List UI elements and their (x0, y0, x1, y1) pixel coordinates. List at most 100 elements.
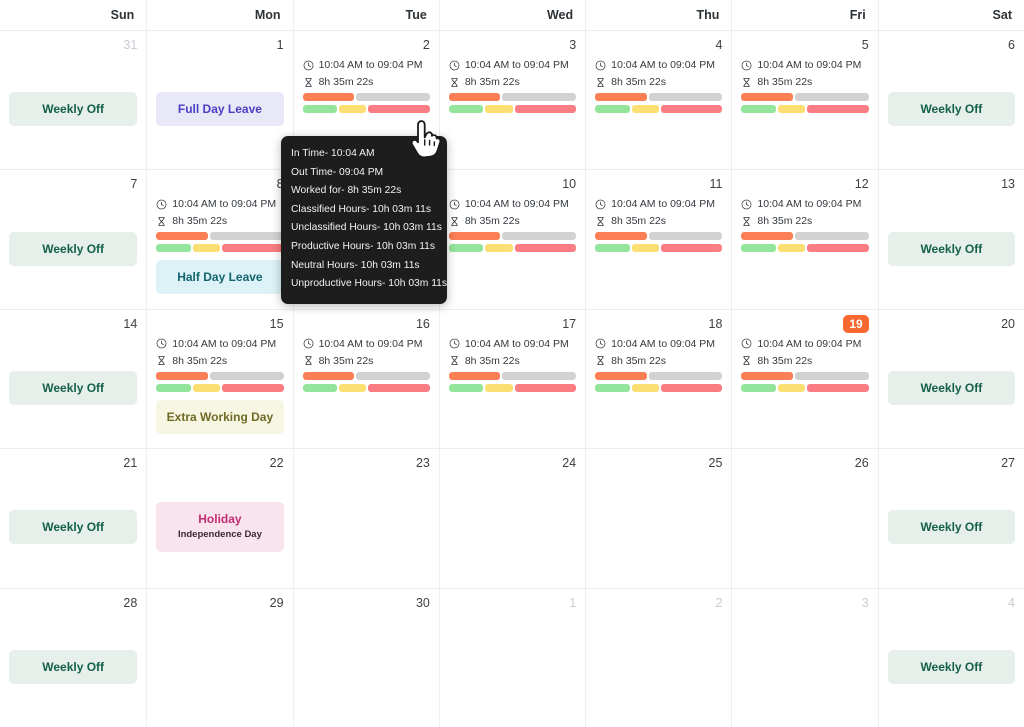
bar-segment-productive[interactable] (595, 105, 630, 113)
bar-segment-productive[interactable] (448, 383, 484, 392)
day-cell-25[interactable]: 25 (585, 449, 732, 588)
bar-segment-neutral[interactable] (339, 383, 367, 392)
productivity-hours-bar[interactable] (156, 244, 284, 253)
bar-segment-neutral[interactable] (192, 383, 220, 392)
attendance-summary[interactable]: 10:04 AM to 09:04 PM 8h 35m 22s (741, 59, 869, 117)
bar-segment-unclassified[interactable] (794, 371, 869, 380)
day-cell-14[interactable]: 14 Weekly Off (0, 309, 147, 449)
day-cell-30[interactable]: 30 (292, 588, 439, 727)
day-cell-4[interactable]: 4 Weekly Off (877, 588, 1024, 727)
productivity-hours-bar[interactable] (302, 105, 430, 113)
status-badge-holiday[interactable]: Holiday Independence Day (156, 502, 284, 553)
attendance-summary[interactable]: 10:04 AM to 09:04 PM 8h 35m 22s (156, 198, 284, 256)
bar-segment-classified[interactable] (156, 371, 208, 380)
bar-segment-unproductive[interactable] (514, 244, 577, 253)
attendance-summary[interactable]: 10:04 AM to 09:04 PM 8h 35m 22s (595, 338, 723, 396)
attendance-summary[interactable]: 10:04 AM to 09:04 PM 8h 35m 22s (302, 59, 430, 117)
bar-segment-classified[interactable] (156, 232, 208, 241)
bar-segment-productive[interactable] (741, 383, 776, 392)
bar-segment-unclassified[interactable] (502, 93, 577, 101)
day-cell-15[interactable]: 15 10:04 AM to 09:04 PM 8h 35m 22s Extra Wo… (146, 309, 293, 449)
productivity-hours-bar[interactable] (741, 383, 869, 392)
bar-segment-neutral[interactable] (485, 244, 513, 253)
productivity-hours-bar[interactable] (448, 244, 577, 253)
productivity-hours-bar[interactable] (595, 244, 723, 253)
status-badge-weekly-off[interactable]: Weekly Off (887, 510, 1015, 545)
day-cell-29[interactable]: 29 (146, 588, 293, 727)
bar-segment-productive[interactable] (156, 383, 191, 392)
bar-segment-productive[interactable] (595, 244, 630, 253)
bar-segment-unclassified[interactable] (794, 232, 869, 241)
bar-segment-classified[interactable] (448, 371, 501, 380)
bar-segment-classified[interactable] (741, 232, 793, 241)
status-badge-extra-working-day[interactable]: Extra Working Day (156, 399, 284, 434)
day-cell-4[interactable]: 4 10:04 AM to 09:04 PM 8h 35m 22s (585, 31, 732, 170)
attendance-summary[interactable]: 10:04 AM to 09:04 PM 8h 35m 22s (595, 59, 723, 117)
classified-hours-bar[interactable] (156, 371, 284, 380)
status-badge-weekly-off[interactable]: Weekly Off (887, 371, 1015, 406)
bar-segment-neutral[interactable] (777, 244, 806, 253)
bar-segment-productive[interactable] (156, 244, 191, 253)
status-badge-weekly-off[interactable]: Weekly Off (9, 231, 138, 266)
classified-hours-bar[interactable] (595, 93, 723, 101)
attendance-summary[interactable]: 10:04 AM to 09:04 PM 8h 35m 22s (302, 338, 430, 396)
bar-segment-neutral[interactable] (631, 244, 659, 253)
productivity-hours-bar[interactable] (741, 244, 869, 253)
attendance-summary[interactable]: 10:04 AM to 09:04 PM 8h 35m 22s (448, 59, 577, 117)
attendance-summary[interactable]: 10:04 AM to 09:04 PM 8h 35m 22s (448, 338, 577, 396)
bar-segment-unproductive[interactable] (514, 105, 577, 113)
bar-segment-neutral[interactable] (485, 105, 513, 113)
day-cell-10[interactable]: 10 10:04 AM to 09:04 PM 8h 35m 22s (438, 170, 586, 309)
bar-segment-unclassified[interactable] (502, 371, 577, 380)
productivity-hours-bar[interactable] (302, 383, 430, 392)
classified-hours-bar[interactable] (448, 232, 577, 241)
productivity-hours-bar[interactable] (156, 383, 284, 392)
day-cell-18[interactable]: 18 10:04 AM to 09:04 PM 8h 35m 22s (585, 309, 732, 449)
bar-segment-neutral[interactable] (777, 105, 806, 113)
status-badge-half-day-leave[interactable]: Half Day Leave (156, 260, 284, 295)
day-cell-27[interactable]: 27 Weekly Off (877, 449, 1024, 588)
bar-segment-neutral[interactable] (777, 383, 806, 392)
classified-hours-bar[interactable] (595, 232, 723, 241)
bar-segment-unproductive[interactable] (807, 105, 869, 113)
status-badge-weekly-off[interactable]: Weekly Off (9, 371, 138, 406)
attendance-summary[interactable]: 10:04 AM to 09:04 PM 8h 35m 22s (156, 338, 284, 396)
day-cell-26[interactable]: 26 (731, 449, 878, 588)
day-cell-8[interactable]: 8 10:04 AM to 09:04 PM 8h 35m 22s Half Day … (146, 170, 293, 309)
bar-segment-productive[interactable] (302, 105, 338, 113)
productivity-hours-bar[interactable] (448, 105, 577, 113)
bar-segment-classified[interactable] (302, 93, 354, 101)
bar-segment-classified[interactable] (741, 93, 793, 101)
day-cell-3[interactable]: 3 (731, 588, 878, 727)
day-cell-12[interactable]: 12 10:04 AM to 09:04 PM 8h 35m 22s (731, 170, 878, 309)
classified-hours-bar[interactable] (741, 93, 869, 101)
bar-segment-productive[interactable] (595, 383, 630, 392)
classified-hours-bar[interactable] (741, 371, 869, 380)
bar-segment-unproductive[interactable] (514, 383, 577, 392)
day-cell-6[interactable]: 6 Weekly Off (877, 31, 1024, 170)
bar-segment-unproductive[interactable] (221, 244, 284, 253)
day-cell-23[interactable]: 23 (292, 449, 439, 588)
status-badge-full-day-leave[interactable]: Full Day Leave (156, 92, 284, 127)
bar-segment-unclassified[interactable] (502, 232, 577, 241)
bar-segment-unproductive[interactable] (368, 105, 430, 113)
bar-segment-classified[interactable] (741, 371, 793, 380)
day-cell-28[interactable]: 28 Weekly Off (0, 588, 147, 727)
day-cell-31[interactable]: 31 Weekly Off (0, 31, 147, 170)
day-cell-1[interactable]: 1 (438, 588, 586, 727)
day-cell-11[interactable]: 11 10:04 AM to 09:04 PM 8h 35m 22s (585, 170, 732, 309)
bar-segment-productive[interactable] (302, 383, 338, 392)
status-badge-weekly-off[interactable]: Weekly Off (887, 649, 1015, 684)
status-badge-weekly-off[interactable]: Weekly Off (887, 231, 1015, 266)
status-badge-weekly-off[interactable]: Weekly Off (887, 92, 1015, 127)
bar-segment-unproductive[interactable] (660, 105, 723, 113)
bar-segment-unclassified[interactable] (355, 371, 430, 380)
day-cell-24[interactable]: 24 (438, 449, 586, 588)
bar-segment-productive[interactable] (448, 105, 484, 113)
classified-hours-bar[interactable] (595, 371, 723, 380)
day-cell-5[interactable]: 5 10:04 AM to 09:04 PM 8h 35m 22s (731, 31, 878, 170)
day-cell-13[interactable]: 13 Weekly Off (877, 170, 1024, 309)
status-badge-weekly-off[interactable]: Weekly Off (9, 510, 138, 545)
bar-segment-classified[interactable] (448, 232, 501, 241)
bar-segment-neutral[interactable] (485, 383, 513, 392)
